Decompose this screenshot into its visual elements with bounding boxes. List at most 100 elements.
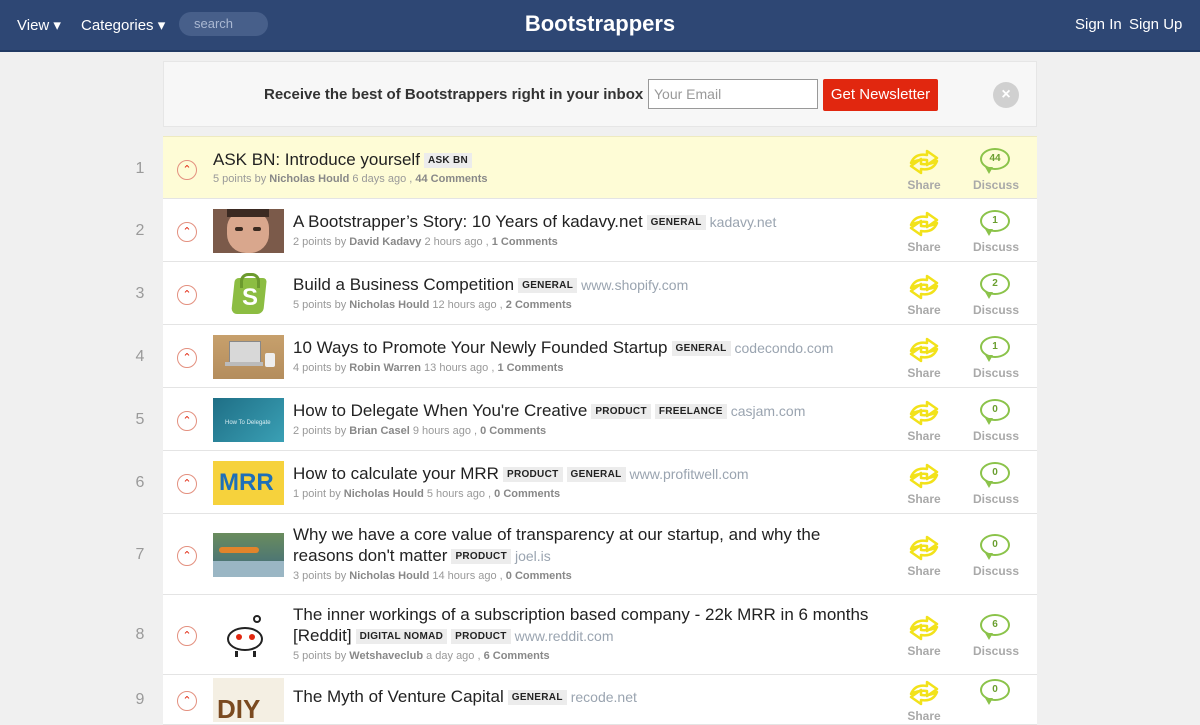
discuss-label: Discuss	[972, 564, 1020, 578]
post-meta: 5 points by Nicholas Hould 6 days ago , …	[213, 173, 881, 185]
upvote-button[interactable]: ⌃	[177, 222, 197, 242]
category-tag[interactable]: GENERAL	[518, 278, 578, 293]
upvote-button[interactable]: ⌃	[177, 285, 197, 305]
post-row: 6 ⌃ MRR How to calculate your MRR PRODUCT GEN…	[136, 451, 1037, 514]
comments-link[interactable]: 0 Comments	[480, 425, 546, 437]
comments-link[interactable]: 1 Comments	[492, 236, 558, 248]
share-button[interactable]: Share	[899, 146, 949, 192]
post-domain[interactable]: joel.is	[515, 548, 551, 564]
post-title-link[interactable]: A Bootstrapper’s Story: 10 Years of kada…	[293, 212, 643, 231]
post-domain[interactable]: www.reddit.com	[515, 628, 614, 644]
upvote-button[interactable]: ⌃	[177, 474, 197, 494]
post-title-line: The Myth of Venture Capital GENERAL recode…	[293, 686, 881, 708]
post-domain[interactable]: www.shopify.com	[581, 277, 688, 293]
post-thumbnail: MRR	[213, 461, 284, 505]
comments-link[interactable]: 0 Comments	[494, 488, 560, 500]
top-navbar: View ▾ Categories ▾ search Bootstrappers…	[0, 0, 1200, 52]
post-title-link[interactable]: 10 Ways to Promote Your Newly Founded St…	[293, 338, 668, 357]
discuss-button[interactable]: 2 Discuss	[971, 271, 1021, 317]
newsletter-banner: Receive the best of Bootstrappers right …	[163, 61, 1037, 127]
comments-link[interactable]: 1 Comments	[497, 362, 563, 374]
post-title-link[interactable]: How to calculate your MRR	[293, 464, 499, 483]
share-button[interactable]: Share	[899, 208, 949, 254]
author-link[interactable]: Nicholas Hould	[344, 488, 424, 500]
share-button[interactable]: Share	[899, 271, 949, 317]
email-field[interactable]: Your Email	[648, 79, 818, 109]
post-content: ASK BN: Introduce yourself ASK BN 5 points…	[213, 149, 881, 185]
post-title-link[interactable]: How to Delegate When You're Creative	[293, 401, 587, 420]
author-link[interactable]: David Kadavy	[349, 236, 421, 248]
discuss-button[interactable]: 1 Discuss	[971, 208, 1021, 254]
discuss-button[interactable]: 0	[971, 677, 1021, 709]
share-button[interactable]: Share	[899, 334, 949, 380]
post-domain[interactable]: codecondo.com	[735, 340, 834, 356]
upvote-button[interactable]: ⌃	[177, 348, 197, 368]
upvote-button[interactable]: ⌃	[177, 546, 197, 566]
time-text: 13 hours ago ,	[420, 362, 498, 374]
time-text: a day ago ,	[423, 650, 484, 662]
category-tag[interactable]: GENERAL	[646, 215, 706, 230]
discuss-button[interactable]: 6 Discuss	[971, 612, 1021, 658]
post-title-link[interactable]: Why we have a core value of transparency…	[293, 525, 820, 565]
sign-up-link[interactable]: Sign Up	[1129, 16, 1182, 33]
category-tag[interactable]: PRODUCT	[591, 404, 651, 419]
comments-link[interactable]: 2 Comments	[506, 299, 572, 311]
upvote-button[interactable]: ⌃	[177, 691, 197, 711]
close-icon[interactable]: ×	[993, 82, 1019, 108]
author-link[interactable]: Wetshaveclub	[349, 650, 423, 662]
share-label: Share	[907, 644, 941, 658]
post-title-link[interactable]: ASK BN: Introduce yourself	[213, 150, 420, 169]
category-tag[interactable]: GENERAL	[507, 690, 567, 705]
share-label: Share	[907, 709, 941, 723]
share-button[interactable]: Share	[899, 677, 949, 723]
share-label: Share	[907, 240, 941, 254]
discuss-button[interactable]: 1 Discuss	[971, 334, 1021, 380]
comments-link[interactable]: 0 Comments	[506, 570, 572, 582]
author-link[interactable]: Nicholas Hould	[349, 299, 429, 311]
post-domain[interactable]: casjam.com	[731, 403, 806, 419]
category-tag[interactable]: ASK BN	[423, 153, 473, 168]
category-tag[interactable]: DIGITAL NOMAD	[355, 629, 448, 644]
share-label: Share	[907, 429, 941, 443]
share-button[interactable]: Share	[899, 397, 949, 443]
author-link[interactable]: Nicholas Hould	[269, 173, 349, 185]
author-link[interactable]: Nicholas Hould	[349, 570, 429, 582]
post-domain[interactable]: www.profitwell.com	[630, 466, 749, 482]
category-tag[interactable]: PRODUCT	[451, 549, 511, 564]
post-title-line: ASK BN: Introduce yourself ASK BN	[213, 149, 881, 170]
upvote-button[interactable]: ⌃	[177, 160, 197, 180]
category-tag[interactable]: FREELANCE	[654, 404, 727, 419]
post-title-link[interactable]: The Myth of Venture Capital	[293, 687, 504, 706]
upvote-button[interactable]: ⌃	[177, 411, 197, 431]
discuss-button[interactable]: 0 Discuss	[971, 532, 1021, 578]
author-link[interactable]: Brian Casel	[349, 425, 410, 437]
get-newsletter-button[interactable]: Get Newsletter	[823, 79, 938, 111]
post-domain[interactable]: recode.net	[571, 689, 637, 705]
discuss-button[interactable]: 0 Discuss	[971, 397, 1021, 443]
author-link[interactable]: Robin Warren	[349, 362, 421, 374]
share-button[interactable]: Share	[899, 532, 949, 578]
comments-link[interactable]: 44 Comments	[415, 173, 487, 185]
category-tag[interactable]: PRODUCT	[451, 629, 511, 644]
time-text: 14 hours ago ,	[429, 570, 506, 582]
points-text: 4 points by	[293, 362, 350, 374]
time-text: 6 days ago ,	[349, 173, 416, 185]
sign-in-link[interactable]: Sign In	[1075, 16, 1122, 33]
category-tag[interactable]: PRODUCT	[502, 467, 563, 482]
share-button[interactable]: Share	[899, 612, 949, 658]
newsletter-text: Receive the best of Bootstrappers right …	[264, 86, 644, 103]
post-meta: 3 points by Nicholas Hould 14 hours ago …	[293, 570, 881, 582]
post-title-line: 10 Ways to Promote Your Newly Founded St…	[293, 337, 881, 359]
post-thumbnail	[213, 613, 284, 657]
comments-link[interactable]: 6 Comments	[484, 650, 550, 662]
category-tag[interactable]: GENERAL	[566, 467, 626, 482]
upvote-button[interactable]: ⌃	[177, 626, 197, 646]
share-label: Share	[907, 366, 941, 380]
site-logo[interactable]: Bootstrappers	[0, 11, 1200, 37]
discuss-button[interactable]: 0 Discuss	[971, 460, 1021, 506]
category-tag[interactable]: GENERAL	[671, 341, 731, 356]
discuss-button[interactable]: 44 Discuss	[971, 146, 1021, 192]
post-title-link[interactable]: Build a Business Competition	[293, 275, 514, 294]
post-domain[interactable]: kadavy.net	[710, 214, 777, 230]
share-button[interactable]: Share	[899, 460, 949, 506]
